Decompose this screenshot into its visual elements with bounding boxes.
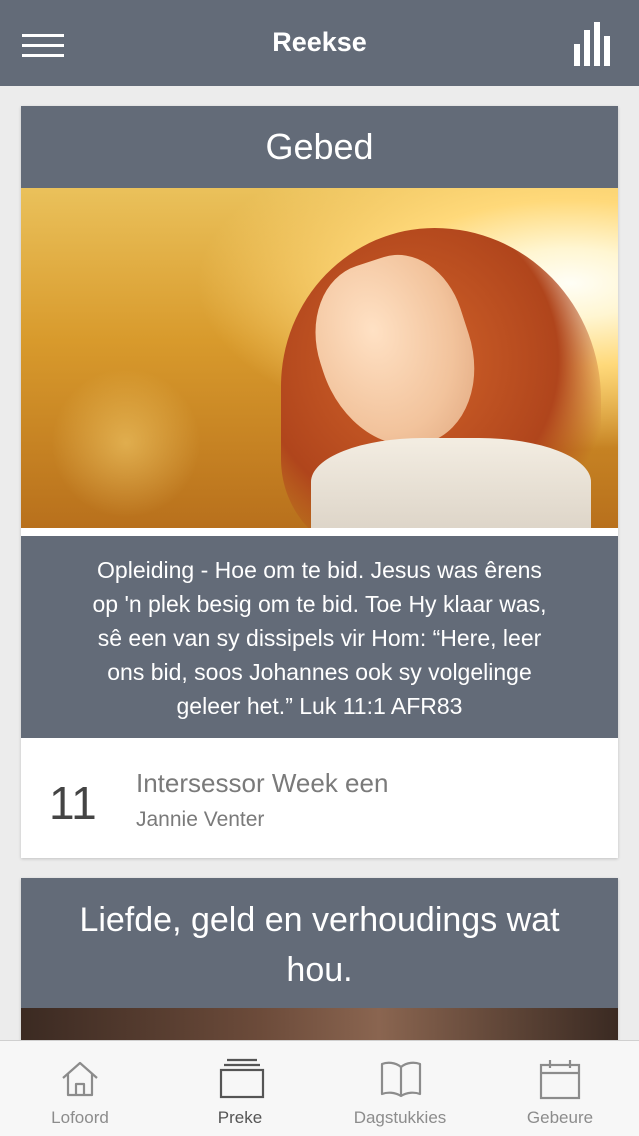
series-title-line: hou. <box>286 951 353 989</box>
sermon-title: Intersessor Week een <box>136 768 389 798</box>
tab-bar: Lofoord Preke Dagstukkies Gebeure <box>0 1040 639 1136</box>
stack-icon <box>219 1058 265 1099</box>
tab-label: Dagstukkies <box>353 1108 447 1127</box>
description-line: ons bid, soos Johannes ook sy volgelinge <box>107 659 532 685</box>
series-card[interactable]: Gebed Opleiding - Hoe om te bid. Jesus w… <box>21 106 618 858</box>
tab-gebeure[interactable]: Gebeure <box>480 1041 639 1136</box>
series-title: Gebed <box>21 106 618 188</box>
series-list[interactable]: Gebed Opleiding - Hoe om te bid. Jesus w… <box>0 86 639 1040</box>
tab-preke[interactable]: Preke <box>160 1041 320 1136</box>
home-icon <box>62 1061 98 1097</box>
series-image <box>21 1008 618 1040</box>
series-title: Liefde, geld en verhoudings wat hou. <box>21 878 618 1008</box>
description-line: geleer het.” Luk 11:1 AFR83 <box>176 693 463 719</box>
sermon-author: Jannie Venter <box>136 808 265 831</box>
series-card[interactable]: Liefde, geld en verhoudings wat hou. <box>21 878 618 1040</box>
top-bar: Reekse <box>0 0 639 86</box>
calendar-icon <box>539 1060 581 1100</box>
series-title-line: Liefde, geld en verhoudings wat <box>79 901 560 939</box>
bar-chart-icon[interactable] <box>574 22 614 66</box>
tab-label: Gebeure <box>526 1108 594 1127</box>
description-line: sê een van sy dissipels vir Hom: “Here, … <box>97 625 542 651</box>
book-icon <box>380 1061 422 1098</box>
tab-label: Lofoord <box>51 1108 109 1127</box>
series-image <box>21 188 618 528</box>
page-title: Reekse <box>272 27 367 57</box>
description-line: op 'n plek besig om te bid. Toe Hy klaar… <box>92 591 547 617</box>
series-description: Opleiding - Hoe om te bid. Jesus was êre… <box>21 536 618 738</box>
description-line: Opleiding - Hoe om te bid. Jesus was êre… <box>97 557 542 583</box>
tab-dagstukkies[interactable]: Dagstukkies <box>320 1041 480 1136</box>
tab-label: Preke <box>217 1108 263 1127</box>
sermon-list-item[interactable]: 11 Intersessor Week een Jannie Venter <box>21 738 618 858</box>
tab-lofoord[interactable]: Lofoord <box>0 1041 160 1136</box>
sermon-number: 11 <box>49 777 97 829</box>
